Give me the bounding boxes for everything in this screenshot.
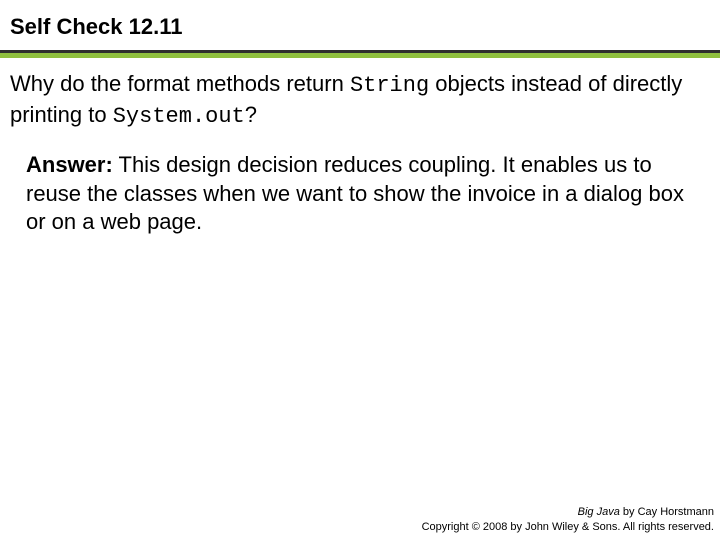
title-block: Self Check 12.11 [0,0,720,50]
answer-body: This design decision reduces coupling. I… [26,152,684,234]
code-systemout: System.out [113,104,245,129]
answer-label: Answer: [26,152,113,177]
code-string: String [350,73,429,98]
footer-author: by Cay Horstmann [620,506,714,518]
footer: Big Java by Cay Horstmann Copyright © 20… [422,505,714,534]
question-post: ? [245,102,257,127]
answer-text: Answer: This design decision reduces cou… [0,135,720,241]
footer-copyright: Copyright © 2008 by John Wiley & Sons. A… [422,520,714,534]
slide-title: Self Check 12.11 [10,14,710,40]
footer-line1: Big Java by Cay Horstmann [422,505,714,519]
question-pre: Why do the format methods return [10,71,350,96]
question-text: Why do the format methods return String … [0,58,720,135]
slide: Self Check 12.11 Why do the format metho… [0,0,720,540]
footer-book: Big Java [578,506,620,518]
